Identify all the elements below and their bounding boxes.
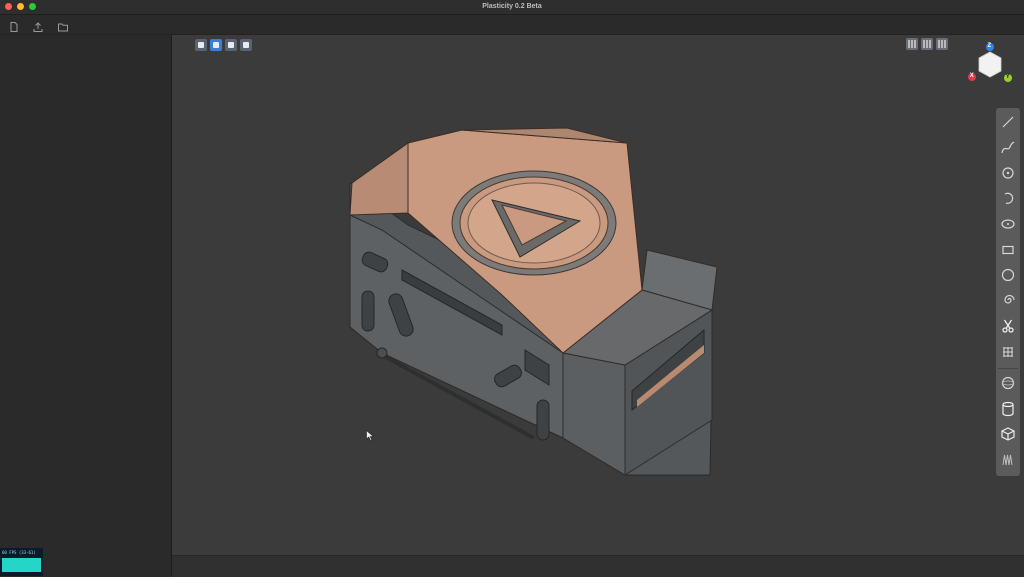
cylinder-icon[interactable]	[996, 397, 1020, 421]
gizmo-x-label: X	[969, 72, 974, 79]
xray-view-icon[interactable]	[240, 39, 252, 51]
point-icon[interactable]	[996, 161, 1020, 185]
fps-label: 60 FPS (33-61)	[2, 550, 36, 555]
shaded-view-icon[interactable]	[210, 39, 222, 51]
orientation-gizmo[interactable]: Z X Y	[964, 40, 1016, 88]
status-bar	[172, 555, 1024, 577]
top-toolbar	[0, 15, 1024, 35]
arc-icon[interactable]	[996, 186, 1020, 210]
fps-graph	[2, 558, 41, 572]
circle-icon[interactable]	[996, 263, 1020, 287]
split-layout-icon[interactable]	[921, 38, 933, 50]
quad-layout-icon[interactable]	[936, 38, 948, 50]
3d-viewport[interactable]	[172, 35, 1024, 555]
new-file-icon[interactable]	[8, 18, 20, 32]
tool-separator	[998, 368, 1018, 369]
grid-pattern-icon[interactable]	[996, 340, 1020, 364]
window-title: Plasticity 0.2 Beta	[482, 3, 542, 10]
fps-stats-panel: 60 FPS (33-61)	[0, 548, 43, 576]
scissors-icon[interactable]	[996, 314, 1020, 338]
single-layout-icon[interactable]	[906, 38, 918, 50]
export-icon[interactable]	[32, 18, 44, 32]
open-folder-icon[interactable]	[57, 18, 69, 32]
sphere-icon[interactable]	[996, 371, 1020, 395]
spiral-icon[interactable]	[996, 288, 1020, 312]
title-bar: Plasticity 0.2 Beta	[0, 0, 1024, 15]
wireframe-view-icon[interactable]	[195, 39, 207, 51]
3d-model[interactable]	[172, 35, 1024, 555]
shaded-edges-view-icon[interactable]	[225, 39, 237, 51]
box-icon[interactable]	[996, 422, 1020, 446]
curve-icon[interactable]	[996, 136, 1020, 160]
creation-tools-panel	[996, 108, 1020, 476]
ellipse-icon[interactable]	[996, 212, 1020, 236]
outliner-sidebar	[0, 35, 172, 576]
line-icon[interactable]	[996, 110, 1020, 134]
rectangle-icon[interactable]	[996, 238, 1020, 262]
spring-icon[interactable]	[996, 448, 1020, 472]
mouse-cursor-icon	[366, 426, 375, 441]
gizmo-z-label: Z	[987, 42, 992, 49]
gizmo-y-label: Y	[1005, 73, 1010, 80]
